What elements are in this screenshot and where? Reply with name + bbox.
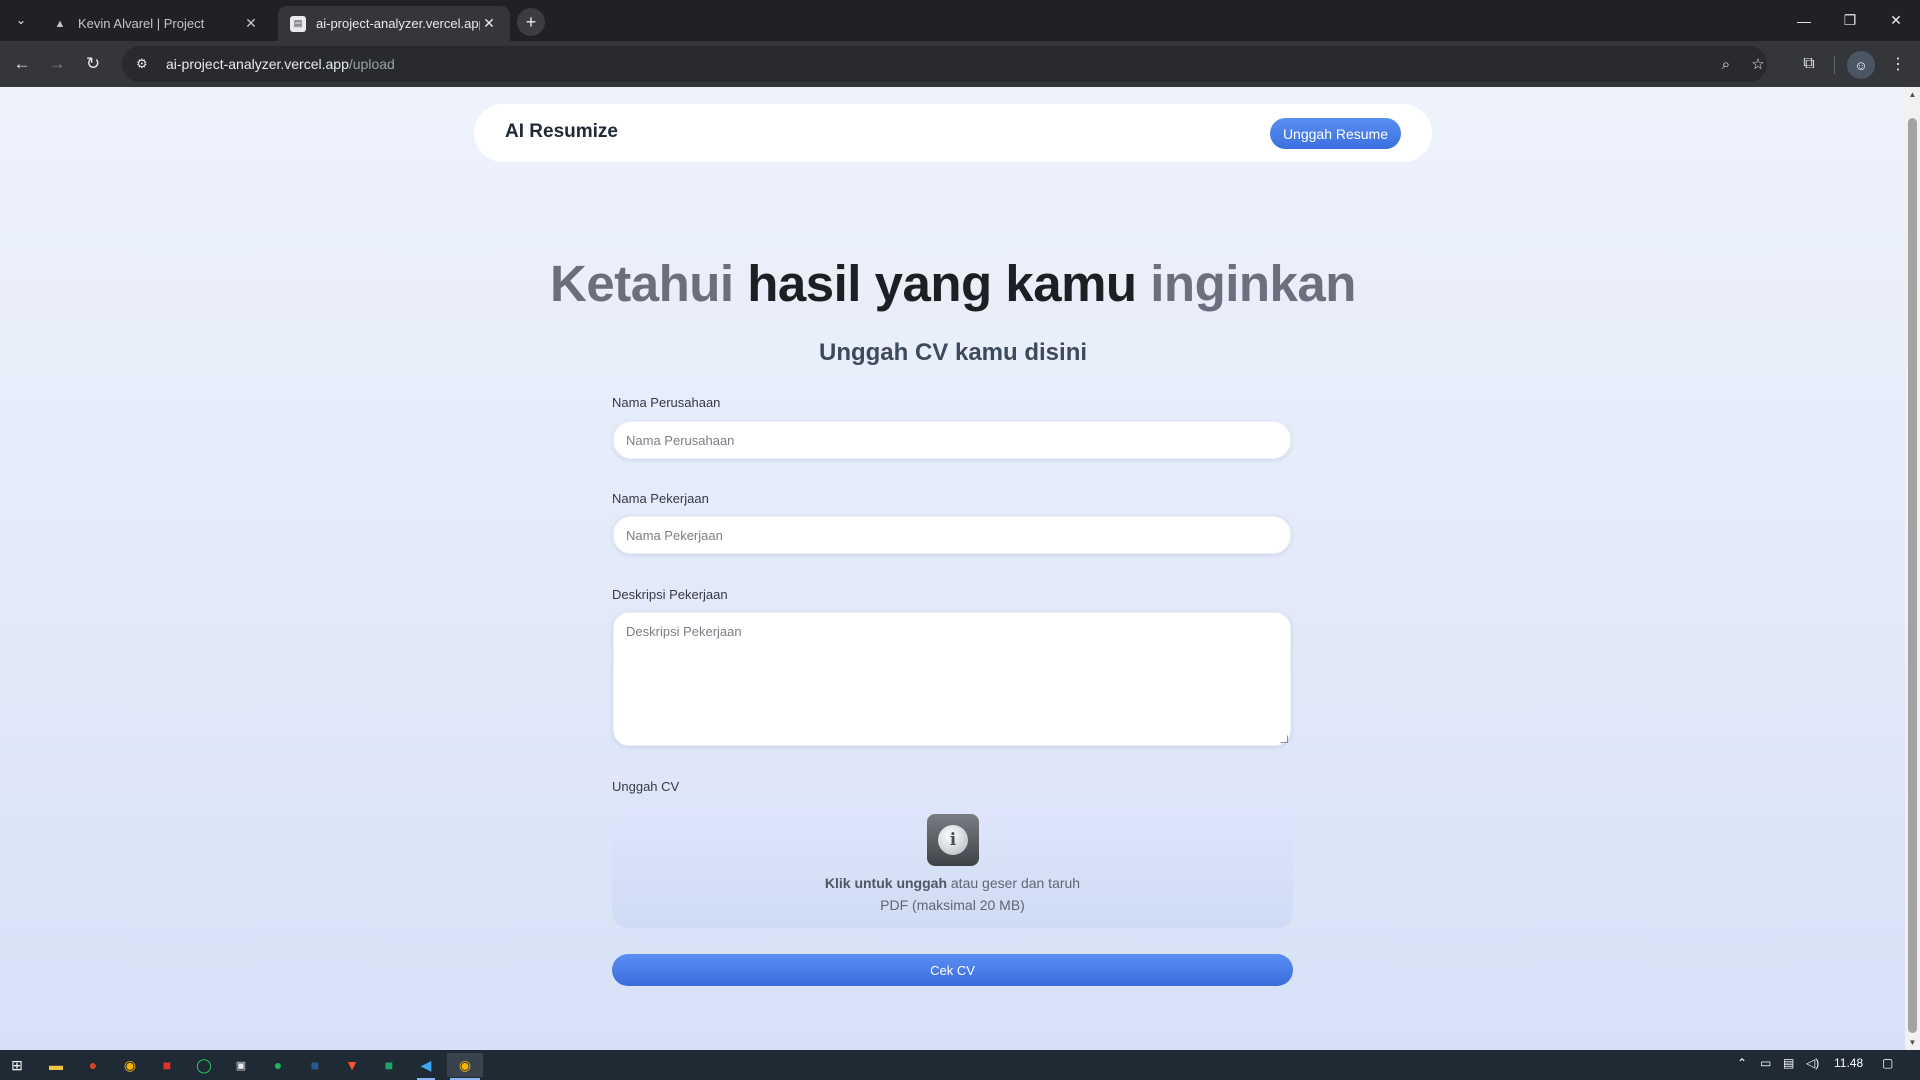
- forward-icon[interactable]: →: [44, 51, 70, 77]
- browser-tab-bar: ⌄ ▲ Kevin Alvarel | Project ✕ ▤ ai-proje…: [0, 0, 1920, 41]
- page-title: Ketahui hasil yang kamu inginkan: [550, 255, 1356, 312]
- acrobat-icon[interactable]: ■: [155, 1053, 179, 1077]
- new-tab-icon[interactable]: +: [517, 8, 545, 36]
- dropzone-hint: PDF (maksimal 20 MB): [880, 897, 1025, 913]
- check-cv-button[interactable]: Cek CV: [612, 954, 1293, 986]
- company-name-label: Nama Perusahaan: [612, 395, 721, 410]
- notification-icon[interactable]: ▢: [1882, 1056, 1893, 1070]
- upload-cv-label: Unggah CV: [612, 779, 680, 794]
- site-info-icon[interactable]: ⚙: [136, 56, 156, 72]
- scroll-down-icon[interactable]: ▼: [1905, 1035, 1920, 1050]
- tab-kevin-alvarel[interactable]: ▲ Kevin Alvarel | Project ✕: [40, 6, 272, 41]
- page-subtitle: Unggah CV kamu disini: [818, 339, 1088, 366]
- clock[interactable]: 11.48: [1834, 1056, 1863, 1070]
- menu-kebab-icon[interactable]: ⋮: [1885, 51, 1911, 77]
- job-description-textarea[interactable]: Deskripsi Pekerjaan: [613, 612, 1291, 746]
- page-viewport: AI Resumize Unggah Resume Ketahui hasil …: [0, 87, 1905, 1050]
- site-navbar: AI Resumize Unggah Resume: [474, 104, 1432, 162]
- cv-dropzone[interactable]: i Klik untuk unggah atau geser dan taruh…: [612, 802, 1293, 928]
- url-text: ai-project-analyzer.vercel.app/upload: [166, 56, 395, 72]
- triangle-logo-icon: ▲: [54, 17, 66, 30]
- start-icon[interactable]: ⊞: [5, 1053, 29, 1077]
- volume-icon[interactable]: ◁): [1806, 1056, 1819, 1070]
- close-icon[interactable]: ✕: [242, 15, 260, 33]
- job-name-label: Nama Pekerjaan: [612, 491, 709, 506]
- restore-icon[interactable]: ❐: [1827, 0, 1873, 41]
- toolbar-separator: [1834, 56, 1835, 74]
- tab-ai-project-analyzer[interactable]: ▤ ai-project-analyzer.vercel.app/u ✕: [278, 6, 510, 41]
- word-icon[interactable]: ■: [303, 1053, 327, 1077]
- bookmark-star-icon[interactable]: ☆: [1748, 54, 1768, 74]
- minimize-icon[interactable]: —: [1781, 0, 1827, 41]
- browser-toolbar: ← → ↻ ⚙ ai-project-analyzer.vercel.app/u…: [0, 41, 1920, 87]
- upload-resume-button[interactable]: Unggah Resume: [1269, 118, 1401, 149]
- tray-device-icon[interactable]: ▭: [1760, 1056, 1771, 1070]
- zoom-icon[interactable]: ⌕: [1716, 54, 1736, 74]
- chrome-active-icon[interactable]: ◉: [447, 1053, 483, 1080]
- scroll-thumb[interactable]: [1908, 118, 1917, 1033]
- profile-avatar-icon[interactable]: ☺: [1847, 51, 1875, 79]
- excel-icon[interactable]: ■: [377, 1053, 401, 1077]
- job-description-label: Deskripsi Pekerjaan: [612, 587, 728, 602]
- brand-logo[interactable]: AI Resumize: [505, 121, 618, 143]
- scroll-up-icon[interactable]: ▲: [1905, 87, 1920, 102]
- address-bar[interactable]: ⚙ ai-project-analyzer.vercel.app/upload …: [122, 46, 1767, 82]
- vscode-icon[interactable]: ◀: [414, 1053, 438, 1080]
- info-icon: i: [927, 814, 979, 866]
- file-explorer-icon[interactable]: ▬: [44, 1053, 68, 1077]
- page-icon: ▤: [290, 15, 306, 32]
- resize-handle-icon[interactable]: [1280, 735, 1288, 743]
- reload-icon[interactable]: ↻: [80, 51, 106, 77]
- window-close-icon[interactable]: ✕: [1873, 0, 1919, 41]
- tab-search-icon[interactable]: ⌄: [10, 9, 32, 31]
- whatsapp-icon[interactable]: ◯: [192, 1053, 216, 1077]
- job-description-placeholder: Deskripsi Pekerjaan: [626, 624, 742, 639]
- spotify-icon[interactable]: ●: [266, 1053, 290, 1077]
- tab-title: ai-project-analyzer.vercel.app/u: [316, 16, 480, 31]
- brave-icon[interactable]: ▼: [340, 1053, 364, 1077]
- tray-chevron-icon[interactable]: ⌃: [1737, 1056, 1747, 1070]
- close-icon[interactable]: ✕: [480, 15, 498, 33]
- tab-title: Kevin Alvarel | Project: [78, 16, 205, 31]
- powerpoint-icon[interactable]: ●: [81, 1053, 105, 1077]
- taskbar: ⊞ ▬ ● ◉ ■ ◯ ▣ ● ■ ▼ ■ ◀ ◉ ⌃ ▭ ▤ ◁) 11.48…: [0, 1050, 1920, 1080]
- company-name-input[interactable]: Nama Perusahaan: [613, 421, 1291, 459]
- extensions-icon[interactable]: ⧉: [1796, 51, 1822, 77]
- app-25-icon[interactable]: ▣: [229, 1053, 253, 1077]
- dropzone-instruction: Klik untuk unggah atau geser dan taruh: [824, 875, 1081, 891]
- page-scrollbar[interactable]: ▲ ▼: [1905, 87, 1920, 1050]
- job-name-input[interactable]: Nama Pekerjaan: [613, 516, 1291, 554]
- network-icon[interactable]: ▤: [1783, 1056, 1794, 1070]
- back-icon[interactable]: ←: [9, 51, 35, 77]
- chrome-icon[interactable]: ◉: [118, 1053, 142, 1077]
